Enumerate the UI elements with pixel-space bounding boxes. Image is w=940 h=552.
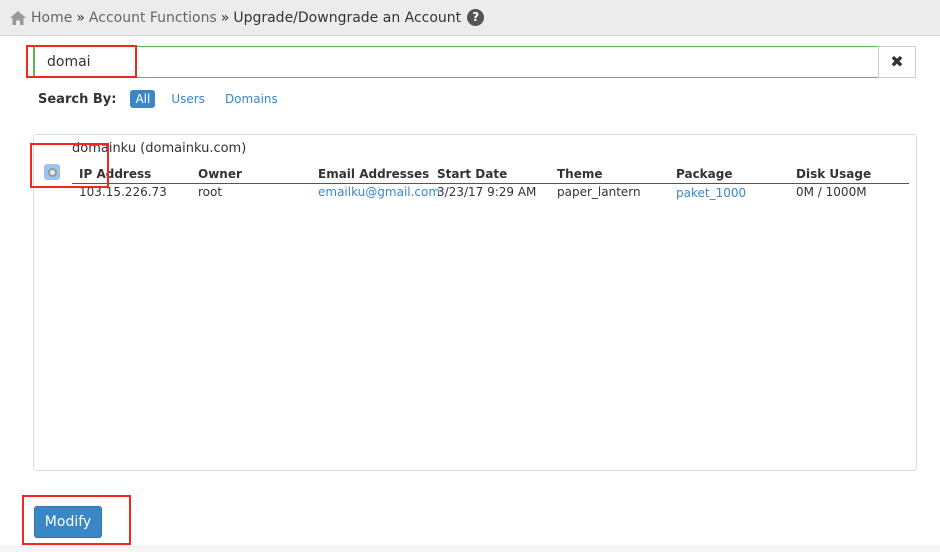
column-header: Theme [557,167,603,181]
help-icon[interactable]: ? [467,9,485,26]
clear-search-button[interactable]: ✖ [878,46,916,78]
search-by-users[interactable]: Users [171,92,205,106]
account-radio[interactable] [44,164,60,180]
search-by-domains[interactable]: Domains [225,92,278,106]
cell-package-link[interactable]: paket_1000 [676,186,746,200]
search-by-all[interactable]: All [130,90,156,108]
results-panel: domainku (domainku.com) IP Address Owner… [33,134,917,471]
column-header: Email Addresses [318,167,430,181]
radio-dot-icon [47,167,57,177]
page-title: Upgrade/Downgrade an Account [233,9,462,26]
column-header: Package [676,167,733,181]
search-by-label: Search By: [38,91,117,107]
breadcrumb-home[interactable]: Home [31,10,72,26]
cell-email-link[interactable]: emailku@gmail.com [318,185,440,199]
search-input[interactable]: domai [33,46,879,78]
footer-strip [0,545,940,552]
breadcrumb-separator: » [220,9,230,26]
breadcrumb-separator: » [76,9,85,26]
column-header: Start Date [437,167,508,181]
breadcrumb-account-functions[interactable]: Account Functions [89,10,217,26]
cell-owner: root [198,185,223,199]
home-icon[interactable] [10,10,26,25]
cell-disk-usage: 0M / 1000M [796,185,867,199]
column-header: IP Address [79,167,152,181]
breadcrumb: Home » Account Functions » Upgrade/Downg… [0,0,940,36]
column-header: Owner [198,167,242,181]
cell-theme: paper_lantern [557,185,641,199]
search-by: Search By: All Users Domains [38,90,298,108]
cell-start-date: 3/23/17 9:29 AM [437,185,537,199]
account-title: domainku (domainku.com) [72,141,247,156]
modify-button[interactable]: Modify [34,506,102,538]
cell-ip: 103.15.226.73 [79,185,167,199]
column-header: Disk Usage [796,167,872,181]
header-divider [72,183,909,184]
